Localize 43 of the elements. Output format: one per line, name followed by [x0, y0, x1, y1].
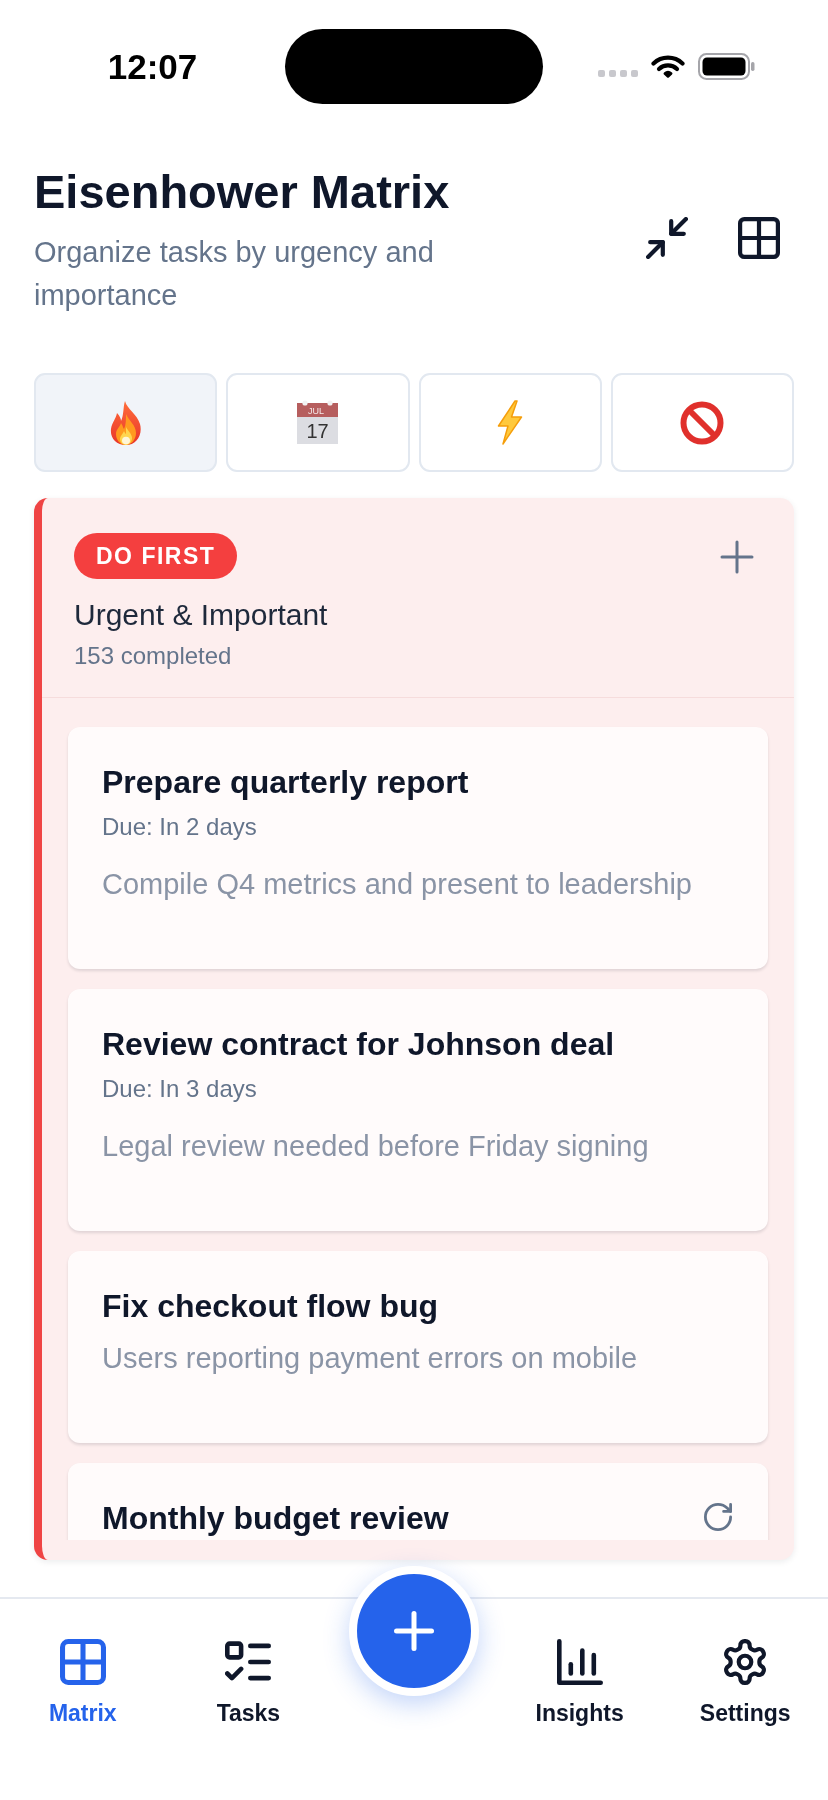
status-time: 12:07: [107, 49, 198, 84]
quadrant-tab[interactable]: [34, 373, 218, 472]
grid-icon: [59, 1639, 106, 1685]
plus-icon: [720, 540, 754, 574]
completed-count: 153 completed: [74, 642, 232, 670]
fire-icon: [109, 399, 142, 446]
quadrant-tab[interactable]: [610, 373, 794, 472]
shrink-arrows-icon: [646, 217, 688, 259]
task-description: Legal review needed before Friday signing: [102, 1129, 649, 1163]
nav-tab[interactable]: Insights: [496, 1599, 663, 1727]
page-subtitle: Organize tasks by urgency and importance: [34, 235, 435, 313]
task-card[interactable]: Fix checkout flow bug Users reporting payment errors on mobile: [68, 1251, 768, 1443]
task-description: Compile Q4 metrics and present to leadership: [102, 867, 692, 901]
task-card[interactable]: Prepare quarterly report Due: In 2 days Compile Q4 metrics and present to leadership: [68, 727, 768, 969]
task-card[interactable]: Review contract for Johnson deal Due: In 3 days Legal review needed before Friday signing: [68, 989, 768, 1231]
grid-icon: [738, 217, 780, 259]
calendar-icon: JUL 17: [295, 400, 341, 445]
nav-tab[interactable]: Tasks: [165, 1599, 332, 1727]
settings-icon: [722, 1639, 769, 1685]
quadrant-title: Urgent & Important: [74, 598, 328, 632]
grid-view-button[interactable]: [738, 217, 780, 259]
task-title: Prepare quarterly report: [102, 763, 469, 801]
priority-badge: DO FIRST: [74, 533, 238, 579]
battery-icon: [698, 53, 755, 80]
task-title: Monthly budget review: [102, 1499, 449, 1537]
quadrant-tab[interactable]: JUL 17: [226, 373, 410, 472]
bar-chart-icon: [556, 1639, 603, 1685]
due-date: Due: In 3 days: [102, 1075, 257, 1103]
task-description: Users reporting payment errors on mobile: [102, 1341, 638, 1375]
lightning-icon: [497, 400, 524, 445]
prohibited-icon: [680, 400, 725, 445]
page-title: Eisenhower Matrix: [34, 165, 451, 218]
nav-tab[interactable]: Matrix: [0, 1599, 166, 1727]
task-title: Fix checkout flow bug: [102, 1287, 438, 1325]
task-card[interactable]: Monthly budget review: [68, 1463, 768, 1540]
task-title: Review contract for Johnson deal: [102, 1025, 615, 1063]
add-button[interactable]: [720, 540, 754, 574]
signal-icon: [598, 69, 638, 77]
nav-tab[interactable]: Settings: [662, 1599, 828, 1727]
plus-icon: [394, 1611, 434, 1651]
collapse-button[interactable]: [646, 217, 688, 259]
wifi-icon: [651, 54, 685, 79]
due-date: Due: In 2 days: [102, 813, 257, 841]
